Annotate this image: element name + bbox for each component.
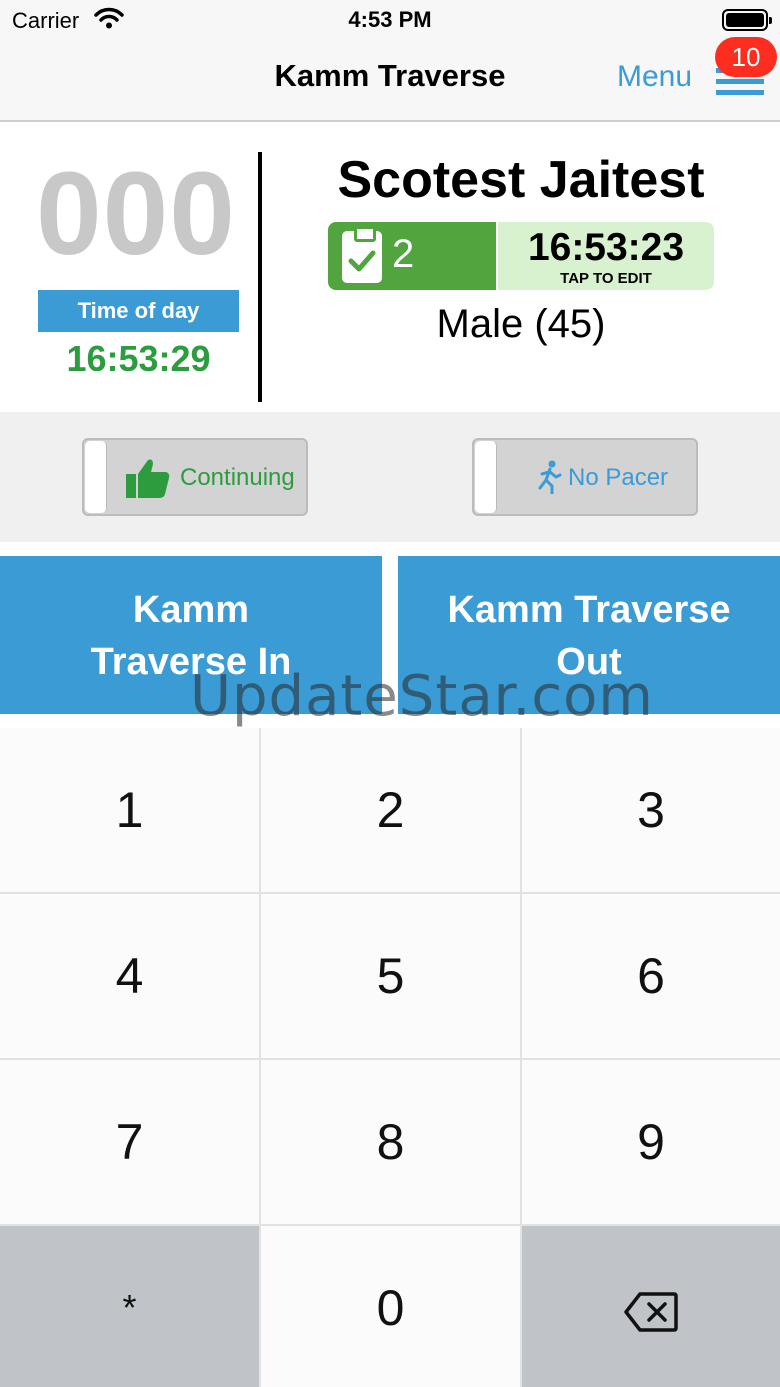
number-keypad: 1 2 3 4 5 6 7 8 9 * 0 bbox=[0, 728, 780, 1387]
key-4[interactable]: 4 bbox=[0, 894, 259, 1058]
key-8[interactable]: 8 bbox=[261, 1060, 520, 1224]
key-1[interactable]: 1 bbox=[0, 728, 259, 892]
nav-bar: Kamm Traverse Menu 10 bbox=[0, 37, 780, 122]
toggle-knob[interactable] bbox=[475, 441, 497, 513]
status-bar: Carrier 4:53 PM bbox=[0, 0, 780, 40]
backspace-icon bbox=[624, 1292, 678, 1332]
time-of-day-value: 16:53:29 bbox=[66, 338, 211, 379]
key-9[interactable]: 9 bbox=[522, 1060, 780, 1224]
backspace-key[interactable] bbox=[522, 1226, 780, 1387]
runner-name: Scotest Jaitest bbox=[337, 151, 705, 209]
check-count-box[interactable]: 2 bbox=[328, 222, 496, 290]
traverse-out-line1: Kamm Traverse bbox=[447, 589, 731, 631]
key-5[interactable]: 5 bbox=[261, 894, 520, 1058]
status-clock: 4:53 PM bbox=[348, 7, 432, 32]
clipboard-check-icon bbox=[342, 226, 382, 283]
thumbs-up-icon bbox=[126, 459, 170, 498]
key-star[interactable]: * bbox=[0, 1226, 259, 1387]
pacer-label: No Pacer bbox=[568, 464, 669, 491]
runner-icon bbox=[538, 460, 562, 494]
toggle-row: Continuing No Pacer bbox=[0, 412, 780, 542]
time-of-day-label: Time of day bbox=[38, 290, 239, 332]
pacer-toggle[interactable]: No Pacer bbox=[472, 438, 698, 516]
checkin-time-box[interactable]: 16:53:23 TAP TO EDIT bbox=[498, 222, 714, 290]
bib-number: 000 bbox=[36, 148, 236, 280]
tap-to-edit-label: TAP TO EDIT bbox=[560, 270, 652, 287]
gender-age: Male (45) bbox=[436, 302, 606, 346]
watermark: UpdateStar.com bbox=[190, 664, 654, 729]
checkin-time: 16:53:23 bbox=[527, 226, 685, 269]
key-3[interactable]: 3 bbox=[522, 728, 780, 892]
toggle-knob[interactable] bbox=[85, 441, 107, 513]
continuing-toggle[interactable]: Continuing bbox=[82, 438, 308, 516]
runner-info-panel: 000 Time of day 16:53:29 Scotest Jaitest… bbox=[0, 124, 780, 412]
traverse-in-line1: Kamm bbox=[132, 589, 250, 631]
notification-badge[interactable]: 10 bbox=[715, 37, 777, 77]
menu-button[interactable]: Menu bbox=[617, 60, 692, 94]
key-6[interactable]: 6 bbox=[522, 894, 780, 1058]
check-count: 2 bbox=[392, 232, 415, 276]
key-0[interactable]: 0 bbox=[261, 1226, 520, 1387]
key-2[interactable]: 2 bbox=[261, 728, 520, 892]
battery-icon bbox=[722, 9, 772, 31]
continuing-label: Continuing bbox=[180, 464, 295, 491]
key-7[interactable]: 7 bbox=[0, 1060, 259, 1224]
